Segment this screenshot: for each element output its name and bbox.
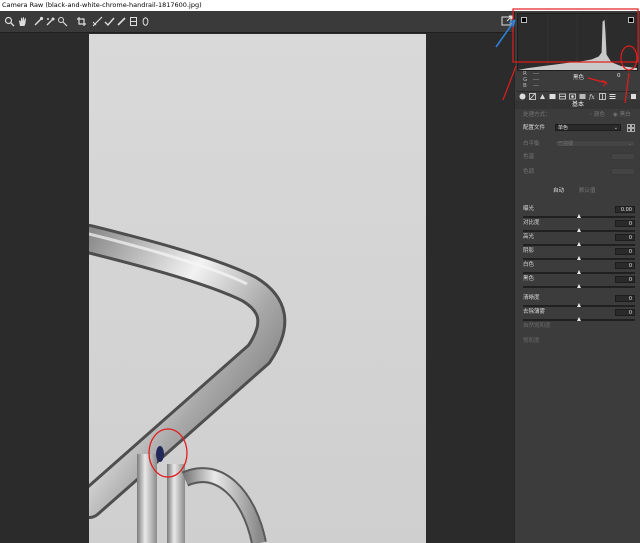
slider-row: 白色 0 bbox=[523, 262, 635, 277]
basic-tab-icon[interactable] bbox=[519, 93, 526, 100]
default-button[interactable]: 默认值 bbox=[579, 187, 596, 195]
white-balance-tool-icon[interactable] bbox=[33, 16, 44, 27]
effects-tab-icon[interactable] bbox=[579, 93, 586, 100]
tone-curve-tab-icon[interactable] bbox=[529, 93, 536, 100]
slider-label: 白色 bbox=[523, 262, 535, 268]
slider-row: 去除薄雾 0 bbox=[523, 309, 635, 324]
calibration-tab-icon[interactable] bbox=[599, 93, 606, 100]
profile-browser-icon[interactable] bbox=[627, 124, 635, 132]
slider-value-field[interactable]: 0 bbox=[615, 234, 635, 241]
slider-value-field[interactable]: 0 bbox=[615, 248, 635, 255]
radial-filter-tool-icon[interactable] bbox=[140, 16, 151, 27]
temperature-row: 色温 bbox=[523, 153, 636, 161]
profile-row: 配置文件 单色 ⌄ bbox=[523, 124, 636, 132]
slider-thumb[interactable] bbox=[576, 242, 581, 246]
slider-label: 自然饱和度 bbox=[523, 323, 551, 329]
slider-row: 高光 0 bbox=[523, 234, 635, 249]
slider-label: 曝光 bbox=[523, 206, 535, 212]
auto-button[interactable]: 自动 bbox=[553, 187, 564, 195]
slider-value-field[interactable]: 0 bbox=[615, 309, 635, 316]
highlight-clipping-warning-button[interactable] bbox=[628, 17, 634, 23]
split-toning-tab-icon[interactable] bbox=[559, 93, 566, 100]
histogram-readout: R G B --- --- --- 黑色 0 bbox=[517, 71, 638, 91]
histogram bbox=[517, 13, 638, 71]
graduated-filter-tool-icon[interactable] bbox=[128, 16, 139, 27]
spot-removal-tool-icon[interactable] bbox=[104, 16, 115, 27]
crop-tool-icon[interactable] bbox=[76, 16, 87, 27]
zoom-tool-icon[interactable] bbox=[4, 16, 15, 27]
targeted-adjustment-tool-icon[interactable] bbox=[57, 16, 68, 27]
chevron-down-icon: ⌄ bbox=[627, 141, 632, 147]
slider-thumb[interactable] bbox=[576, 303, 581, 307]
slider-value-field[interactable]: 0 bbox=[615, 295, 635, 302]
treatment-row: 处理方式： ◦ 颜色 ◉ 黑白 bbox=[523, 111, 636, 119]
slider-value-field[interactable]: 0 bbox=[615, 276, 635, 283]
readout-value: 0 bbox=[617, 73, 621, 79]
slider-value-field[interactable]: 0.00 bbox=[615, 206, 635, 213]
profile-label: 配置文件 bbox=[523, 125, 546, 131]
treatment-bw-radio[interactable]: ◉ 黑白 bbox=[613, 111, 631, 119]
slider-thumb[interactable] bbox=[576, 228, 581, 232]
slider-label: 高光 bbox=[523, 234, 535, 240]
color-sampler-tool-icon[interactable] bbox=[45, 16, 56, 27]
preview-canvas[interactable] bbox=[0, 33, 514, 543]
slider-row: 对比度 0 bbox=[523, 220, 635, 235]
treatment-label: 处理方式： bbox=[523, 112, 551, 118]
lens-corrections-tab-icon[interactable] bbox=[569, 93, 576, 100]
section-title-basic: 基本 bbox=[515, 100, 640, 109]
adjustment-panel: R G B --- --- --- 黑色 0 fx 基本 处理方式： ◦ 颜色 … bbox=[514, 11, 640, 543]
slider-thumb[interactable] bbox=[576, 256, 581, 260]
tint-field bbox=[611, 168, 635, 175]
shadow-clipping-warning-button[interactable] bbox=[521, 17, 527, 23]
auto-default-row: 自动 默认值 bbox=[523, 187, 636, 195]
slider-thumb[interactable] bbox=[576, 317, 581, 321]
panel-menu-icon[interactable] bbox=[630, 93, 637, 100]
slider-label: 去除薄雾 bbox=[523, 309, 546, 315]
photo-preview[interactable] bbox=[89, 34, 426, 543]
adjustment-brush-tool-icon[interactable] bbox=[116, 16, 127, 27]
treatment-color-radio[interactable]: ◦ 颜色 bbox=[589, 111, 605, 119]
slider-label: 阴影 bbox=[523, 248, 535, 254]
fx-tab-icon[interactable]: fx bbox=[589, 93, 596, 100]
readout-b-value: --- bbox=[533, 83, 539, 89]
chevron-down-icon: ⌄ bbox=[613, 125, 618, 131]
readout-label: 黑色 bbox=[573, 75, 585, 81]
hsl-tab-icon[interactable] bbox=[549, 93, 556, 100]
slider-thumb[interactable] bbox=[576, 284, 581, 288]
panel-tabs: fx bbox=[517, 91, 638, 100]
slider-value-field[interactable]: 0 bbox=[615, 262, 635, 269]
preview-toggle-icon[interactable] bbox=[501, 15, 513, 27]
slider-row: 曝光 0.00 bbox=[523, 206, 635, 221]
white-balance-label: 白平衡 bbox=[523, 141, 540, 147]
white-balance-row: 白平衡 已拍摄 ⌄ bbox=[523, 140, 636, 148]
straighten-tool-icon[interactable] bbox=[92, 16, 103, 27]
tint-label: 色调 bbox=[523, 169, 535, 175]
white-balance-select[interactable]: 已拍摄 ⌄ bbox=[555, 140, 635, 147]
tint-row: 色调 bbox=[523, 168, 636, 176]
slider-label: 黑色 bbox=[523, 276, 535, 282]
temperature-label: 色温 bbox=[523, 154, 535, 160]
detail-tab-icon[interactable] bbox=[539, 93, 546, 100]
temperature-field bbox=[611, 153, 635, 160]
slider-value-field[interactable]: 0 bbox=[615, 220, 635, 227]
presets-tab-icon[interactable] bbox=[609, 93, 616, 100]
slider-label: 饱和度 bbox=[523, 338, 540, 344]
readout-b-label: B bbox=[523, 83, 527, 89]
slider-label: 对比度 bbox=[523, 220, 540, 226]
hand-tool-icon[interactable] bbox=[17, 16, 28, 27]
slider-thumb[interactable] bbox=[576, 270, 581, 274]
slider-thumb[interactable] bbox=[576, 214, 581, 218]
slider-row: 自然饱和度 bbox=[523, 323, 635, 338]
slider-row: 饱和度 bbox=[523, 338, 635, 353]
window-title: Camera Raw (black-and-white-chrome-handr… bbox=[0, 0, 640, 11]
slider-row: 阴影 0 bbox=[523, 248, 635, 263]
slider-row: 清晰度 0 bbox=[523, 295, 635, 310]
slider-label: 清晰度 bbox=[523, 295, 540, 301]
slider-row: 黑色 0 bbox=[523, 276, 635, 291]
profile-select[interactable]: 单色 ⌄ bbox=[555, 124, 621, 131]
